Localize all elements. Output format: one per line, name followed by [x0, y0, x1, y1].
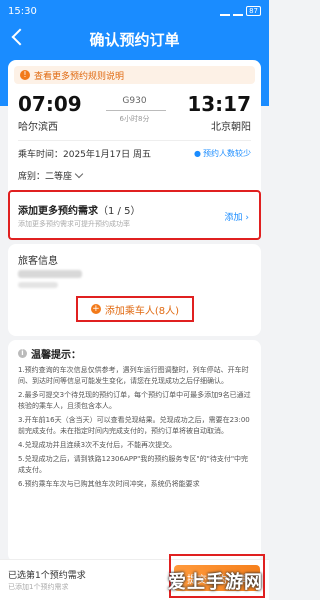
- add-needs-button[interactable]: 添加 ›: [225, 210, 250, 223]
- ride-date: 乘车时间：2025年1月17日 周五: [18, 149, 151, 160]
- add-needs-section[interactable]: 添加更多预约需求（1 / 5） 添加更多预约需求可提升预约成功率 添加 ›: [8, 190, 261, 240]
- passenger-name-blurred: [18, 270, 82, 278]
- rules-link-label: 查看更多预约规则说明: [34, 71, 125, 82]
- tip-item: 5.兑现成功之后，请到铁路12306APP"我的预约服务专区"的"待支付"中完成…: [18, 455, 249, 474]
- needs-title-text: 添加更多预约需求: [18, 206, 98, 217]
- chevron-down-icon: [74, 169, 84, 178]
- tip-item: 4.兑现成功并且连续3次不支付后，不能再次提交。: [18, 441, 177, 449]
- battery-icon: 87: [246, 6, 261, 16]
- chevron-right-icon: ›: [245, 213, 249, 223]
- tips-list: 1.预约查询的车次信息仅供参考，遇列车运行图调整时，列车停站、开车时间、到达时间…: [18, 365, 251, 490]
- back-arrow-icon[interactable]: [11, 28, 29, 46]
- tips-title: i 温馨提示：: [18, 346, 251, 361]
- plus-icon: +: [90, 304, 101, 314]
- ride-date-row: 乘车时间：2025年1月17日 周五 ● 预约人数较少: [8, 141, 261, 165]
- needs-title: 添加更多预约需求（1 / 5）: [18, 202, 140, 217]
- tip-item: 6.预约乘车车次与已购其他车次时间冲突，系统仍将能要求: [18, 480, 200, 488]
- route-arrow: [106, 110, 166, 111]
- tip-item: 3.开车前16天（含当天）可以查看兑现结果。兑现成功之后，需要在23:00前完成…: [18, 416, 250, 435]
- route-info: 07:09 13:17 G930 6小时8分 哈尔滨西 北京朝阳: [8, 84, 261, 140]
- passenger-card: 旅客信息 + 添加乘车人(8人): [8, 244, 261, 336]
- selected-needs: 已选第1个预约需求: [8, 571, 86, 581]
- page-title: 确认预约订单: [89, 30, 180, 49]
- wifi-icon: [233, 7, 244, 16]
- add-passenger-label: 添加乘车人(8人): [104, 305, 180, 317]
- add-passenger-button[interactable]: + 添加乘车人(8人): [76, 296, 194, 322]
- arrival-station: 北京朝阳: [211, 122, 251, 133]
- train-number: G930: [122, 96, 147, 106]
- info-icon: !: [20, 70, 30, 80]
- status-icons: 87: [220, 6, 261, 16]
- departure-station: 哈尔滨西: [18, 122, 58, 133]
- selected-needs-sub: 已添加1个预约需求: [8, 583, 69, 591]
- passenger-id-blurred: [18, 282, 58, 288]
- tip-item: 2.最多可提交3个待兑现的预约订单，每个预约订单中可最多添加9名已通过核验的乘车…: [18, 391, 251, 410]
- people-icon: ●: [194, 148, 201, 158]
- needs-subtitle: 添加更多预约需求可提升预约成功率: [18, 220, 130, 228]
- add-needs-label: 添加: [224, 213, 243, 223]
- tip-item: 1.预约查询的车次信息仅供参考，遇列车运行图调整时，列车停站、开车时间、到达时间…: [18, 366, 249, 385]
- tips-title-text: 温馨提示：: [31, 350, 81, 361]
- seat-label: 席别：二等座: [18, 171, 73, 182]
- reservation-count-link[interactable]: ● 预约人数较少: [194, 148, 251, 159]
- rules-link[interactable]: ! 查看更多预约规则说明: [14, 66, 255, 84]
- tips-card: i 温馨提示： 1.预约查询的车次信息仅供参考，遇列车运行图调整时，列车停站、开…: [8, 340, 261, 562]
- reservation-count-label: 预约人数较少: [203, 148, 251, 158]
- status-time: 15:30: [8, 5, 37, 17]
- signal-icon: [220, 7, 231, 16]
- seat-selector[interactable]: 席别：二等座: [8, 165, 261, 185]
- info-icon: i: [18, 349, 27, 358]
- needs-count: （1 / 5）: [98, 206, 141, 217]
- watermark-logo: 爱上手游网: [168, 572, 263, 593]
- nav-bar: 确认预约订单: [0, 22, 269, 56]
- status-bar: 15:30 87: [0, 0, 269, 22]
- passenger-title: 旅客信息: [18, 256, 58, 267]
